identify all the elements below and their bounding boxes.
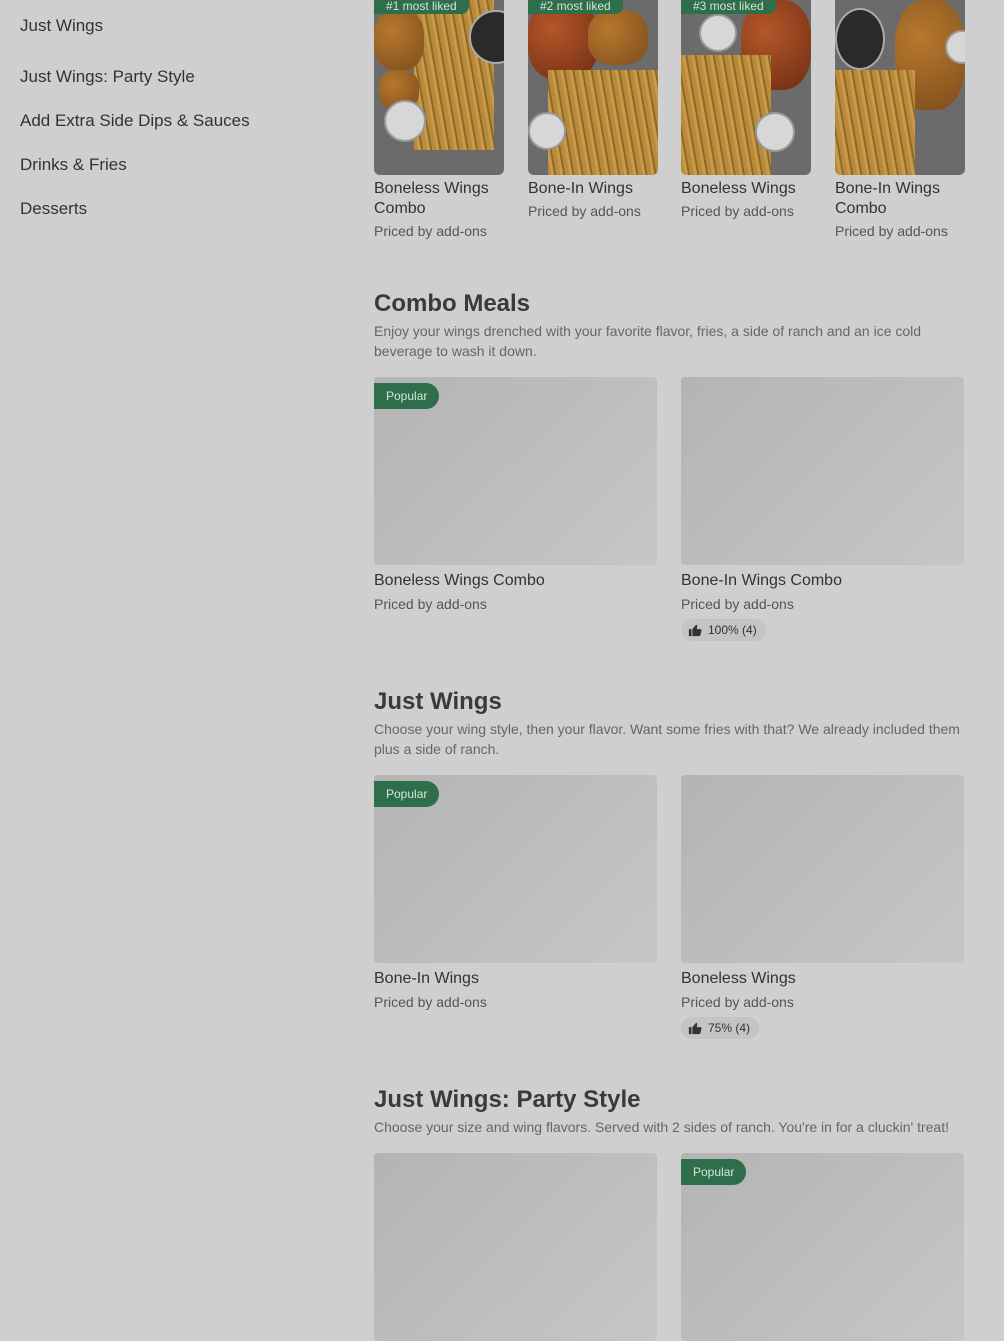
popular-badge: Popular — [374, 781, 440, 807]
sidebar-item-just-wings[interactable]: Just Wings — [20, 0, 320, 51]
most-liked-card[interactable]: #3 most liked Boneless Wings Priced by a… — [681, 0, 811, 221]
rating-text: 100% (4) — [708, 623, 757, 637]
rating-pill: 100% (4) — [681, 619, 766, 641]
section-description: Enjoy your wings drenched with your favo… — [374, 323, 922, 359]
popular-badge: Popular — [681, 1159, 747, 1185]
sidebar-item-desserts[interactable]: Desserts — [20, 183, 320, 227]
product-image-placeholder: Popular — [374, 377, 657, 565]
product-price-note: Priced by add-ons — [681, 994, 794, 1010]
product-title: Boneless Wings Combo — [374, 572, 545, 589]
sidebar-item-just-wings-party-style[interactable]: Just Wings: Party Style — [20, 51, 320, 95]
product-title: Boneless Wings — [681, 970, 796, 987]
product-price-note: Priced by add-ons — [374, 596, 487, 612]
rating-text: 75% (4) — [708, 1021, 751, 1035]
product-title: Bone-In Wings — [374, 970, 479, 987]
most-liked-card[interactable]: #2 most liked Bone-In Wings Priced by ad… — [528, 0, 658, 221]
product-price-note: Priced by add-ons — [374, 994, 487, 1010]
section-description: Choose your size and wing flavors. Serve… — [374, 1119, 949, 1135]
product-card[interactable]: Bone-In Wings Combo Priced by add-ons 10… — [681, 377, 964, 642]
most-liked-card[interactable]: #1 most liked Boneless Wings Combo Price… — [374, 0, 504, 241]
section-title-just-wings: Just Wings — [374, 688, 502, 715]
product-image — [835, 0, 965, 175]
product-card[interactable]: Popular — [681, 1153, 964, 1341]
section-description: Choose your wing style, then your flavor… — [374, 721, 960, 757]
product-image: #1 most liked — [374, 0, 504, 175]
product-price-note: Priced by add-ons — [681, 203, 794, 219]
most-liked-card[interactable]: Bone-In Wings Combo Priced by add-ons — [835, 0, 965, 241]
product-image-placeholder — [681, 377, 964, 565]
product-image-placeholder: Popular — [681, 1153, 964, 1341]
product-image-placeholder — [681, 775, 964, 963]
popular-badge: Popular — [374, 383, 440, 409]
product-image: #2 most liked — [528, 0, 658, 175]
most-liked-carousel: #1 most liked Boneless Wings Combo Price… — [374, 0, 1004, 250]
product-card[interactable]: Popular Boneless Wings Combo Priced by a… — [374, 377, 657, 613]
sidebar-item-drinks-fries[interactable]: Drinks & Fries — [20, 139, 320, 183]
product-image-placeholder: Popular — [374, 775, 657, 963]
product-image: #3 most liked — [681, 0, 811, 175]
product-card[interactable]: Popular Bone-In Wings Priced by add-ons — [374, 775, 657, 1011]
product-card[interactable] — [374, 1153, 657, 1341]
rank-badge: #2 most liked — [528, 0, 623, 14]
section-title-party-style: Just Wings: Party Style — [374, 1086, 641, 1113]
product-card[interactable]: Boneless Wings Priced by add-ons 75% (4) — [681, 775, 964, 1040]
product-title: Boneless Wings — [681, 180, 796, 197]
thumbs-up-icon — [688, 1022, 702, 1035]
sidebar-item-extra-dips-sauces[interactable]: Add Extra Side Dips & Sauces — [20, 95, 320, 139]
product-price-note: Priced by add-ons — [528, 203, 641, 219]
product-price-note: Priced by add-ons — [374, 223, 487, 239]
product-price-note: Priced by add-ons — [681, 596, 794, 612]
rank-badge: #1 most liked — [374, 0, 469, 14]
rank-badge: #3 most liked — [681, 0, 776, 14]
product-title: Bone-In Wings Combo — [835, 180, 940, 217]
thumbs-up-icon — [688, 624, 702, 637]
rating-pill: 75% (4) — [681, 1017, 760, 1039]
product-image-placeholder — [374, 1153, 657, 1341]
product-title: Bone-In Wings — [528, 180, 633, 197]
product-title: Boneless Wings Combo — [374, 180, 489, 217]
category-sidebar: Just Wings Just Wings: Party Style Add E… — [20, 0, 320, 227]
product-price-note: Priced by add-ons — [835, 223, 948, 239]
product-title: Bone-In Wings Combo — [681, 572, 842, 589]
section-title-combo-meals: Combo Meals — [374, 290, 531, 317]
